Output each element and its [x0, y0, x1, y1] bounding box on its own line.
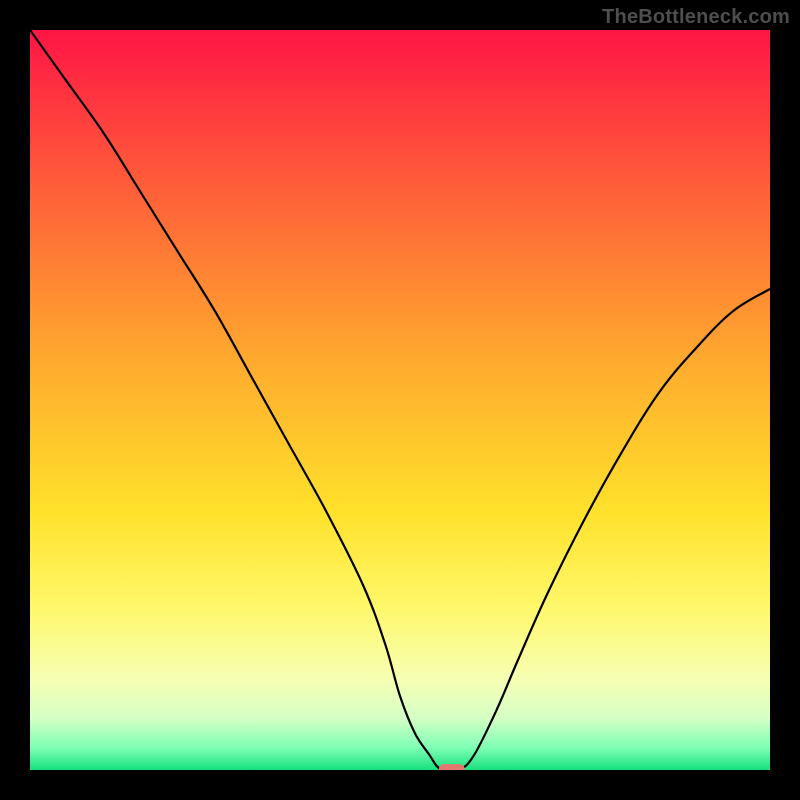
optimal-marker [439, 764, 465, 770]
chart-background [30, 30, 770, 770]
watermark-text: TheBottleneck.com [602, 6, 790, 29]
chart-svg [30, 30, 770, 770]
chart-frame: TheBottleneck.com [0, 0, 800, 800]
plot-area [30, 30, 770, 770]
